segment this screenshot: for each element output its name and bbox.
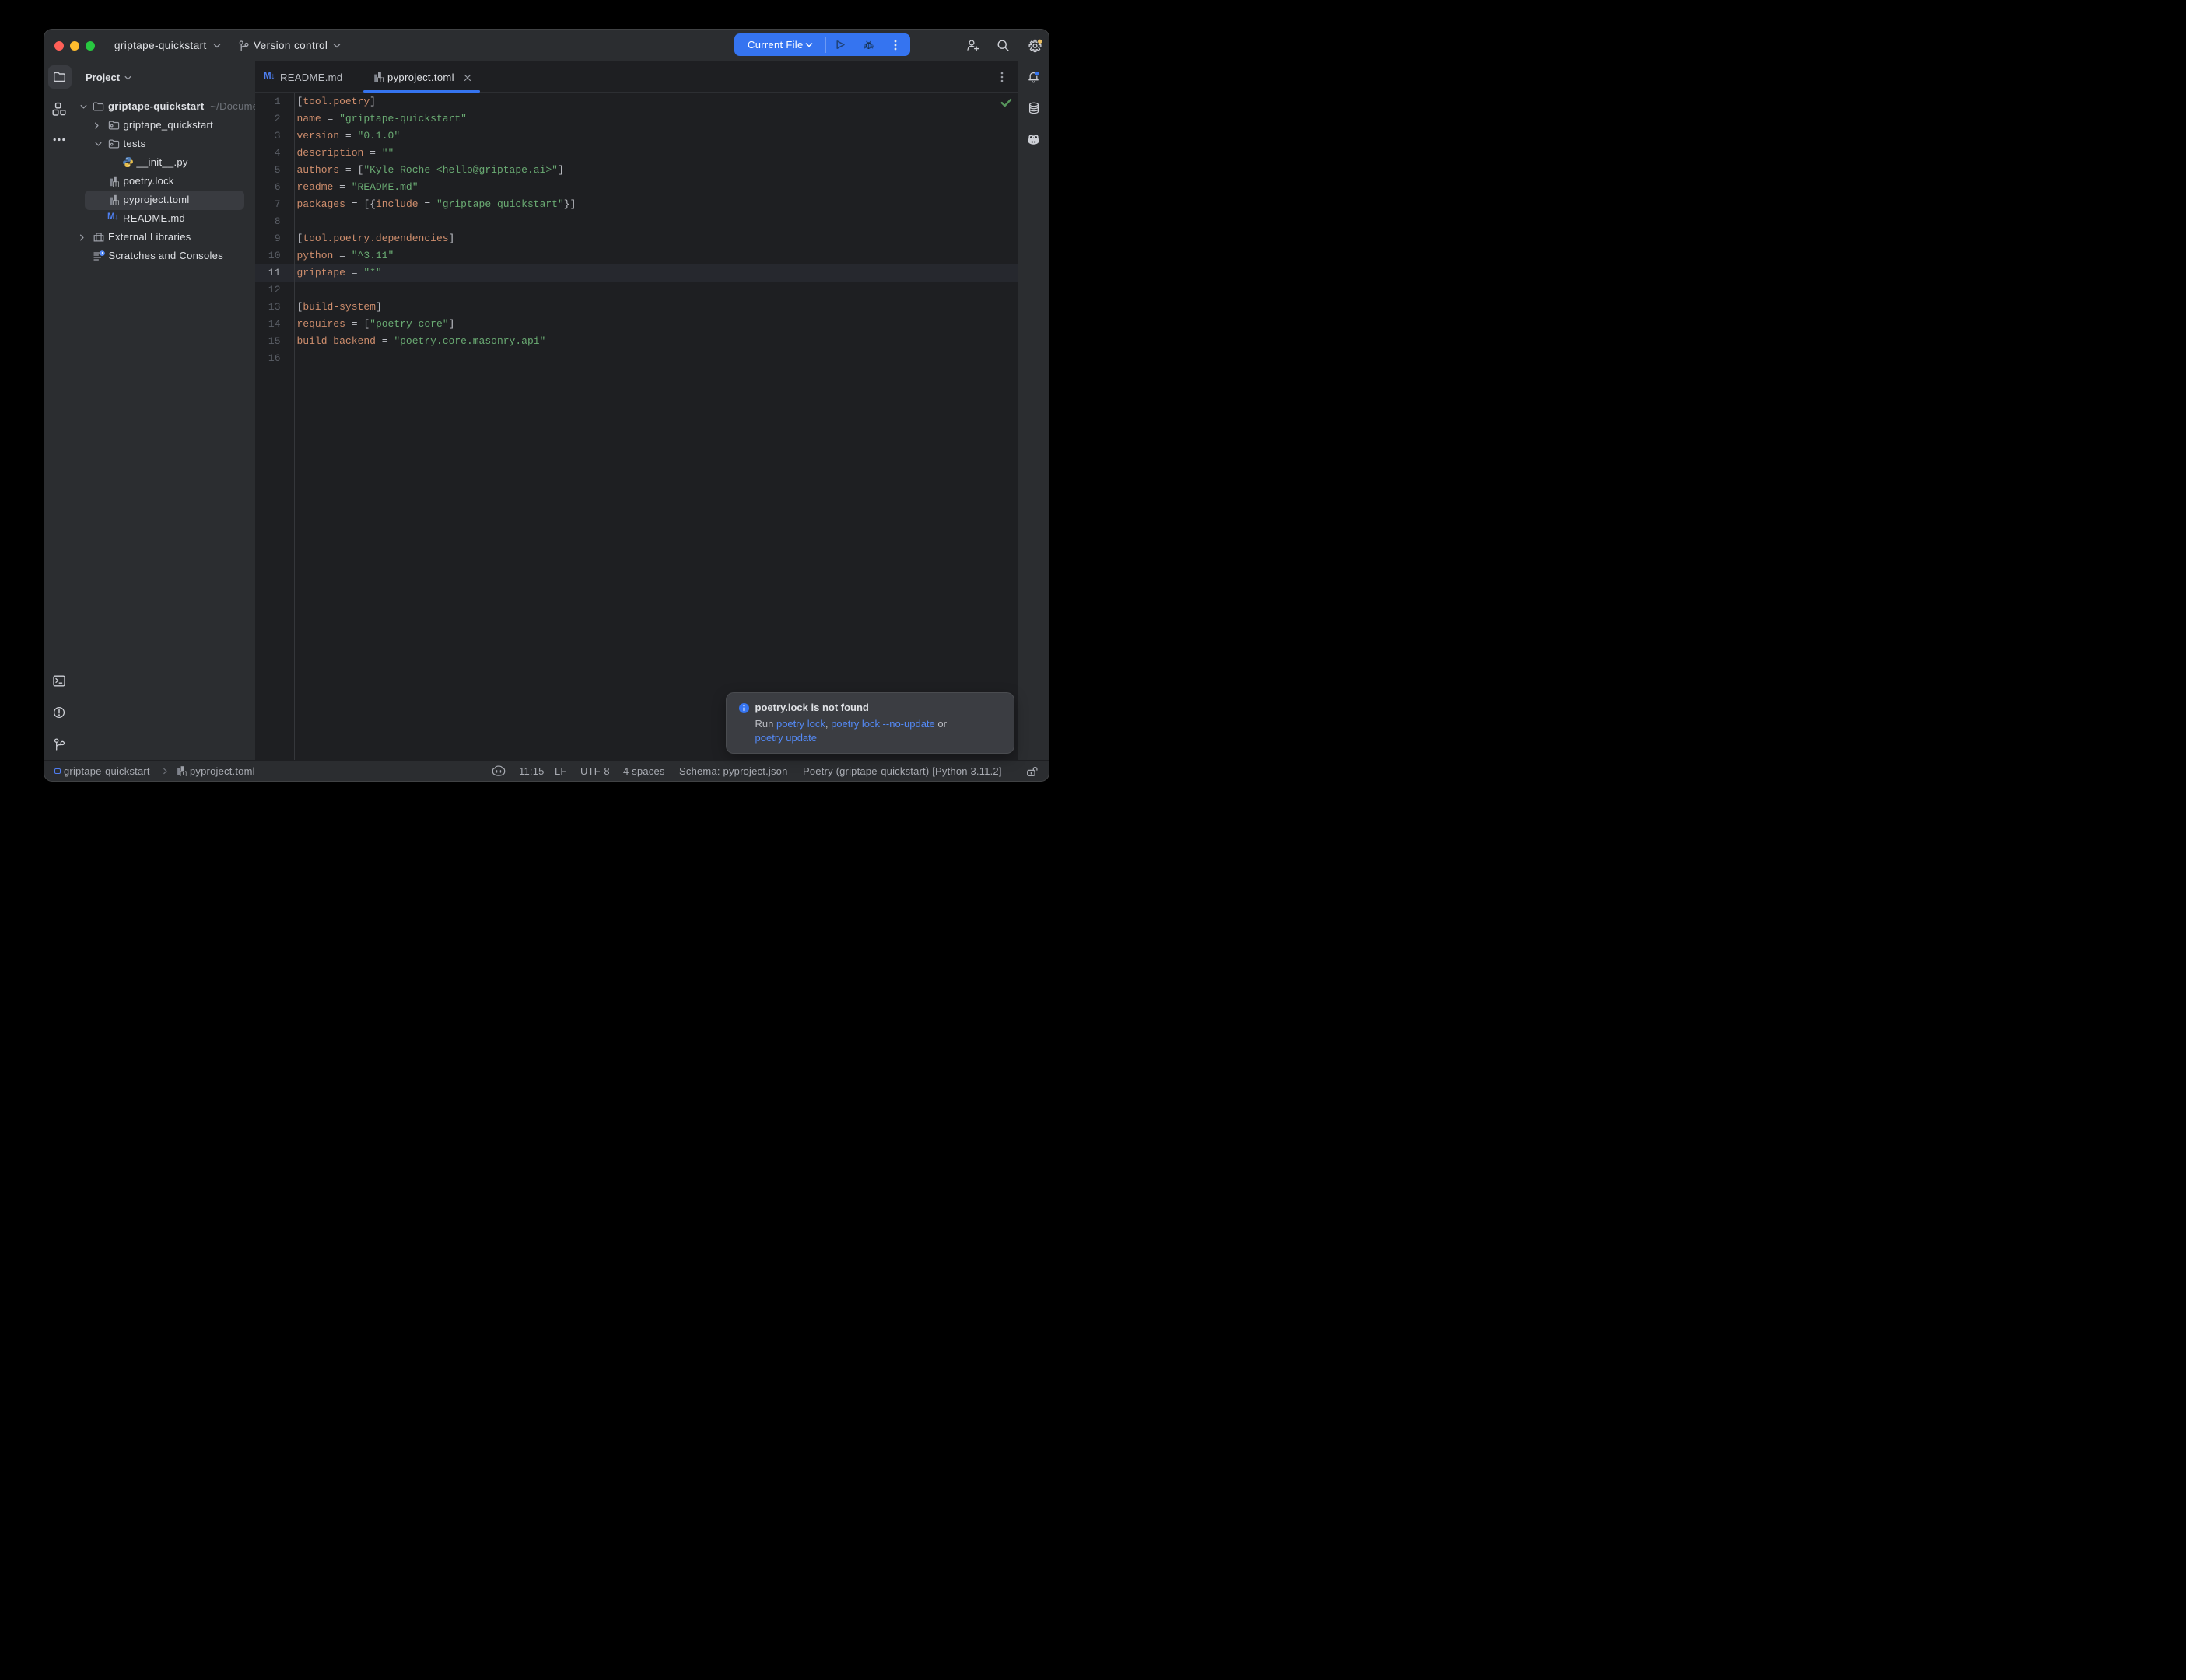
svg-text:[T]: [T] — [377, 76, 384, 82]
svg-text:[T]: [T] — [113, 180, 120, 187]
svg-text:[T]: [T] — [113, 199, 120, 205]
svg-text:[T]: [T] — [180, 770, 187, 776]
